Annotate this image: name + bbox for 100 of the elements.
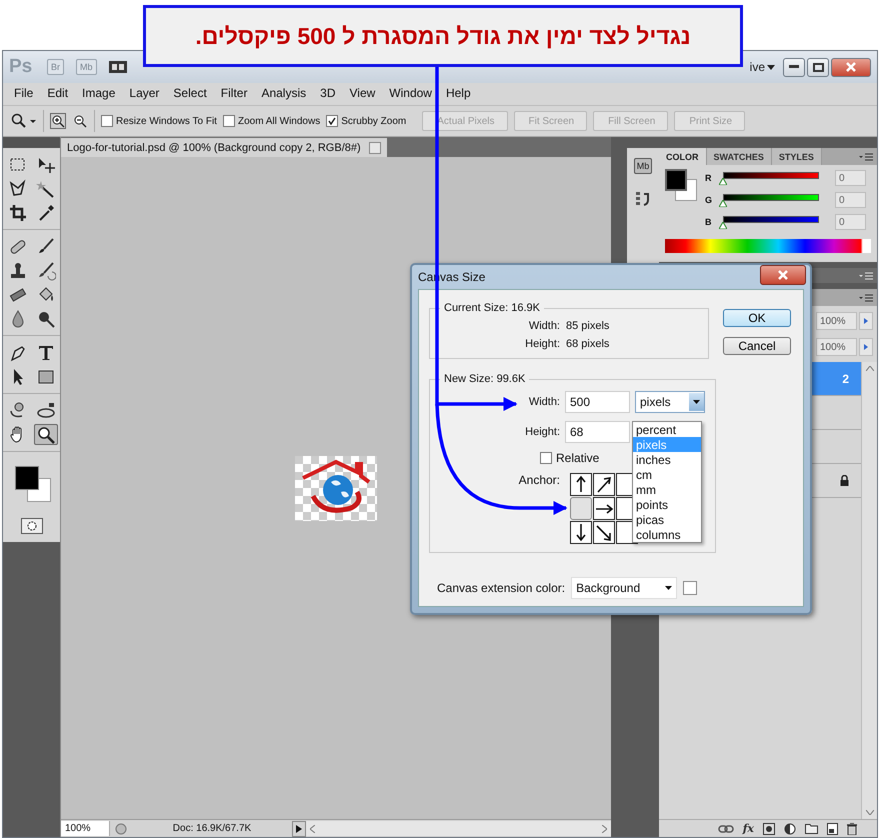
zoom-out-icon[interactable]	[72, 113, 88, 129]
menu-item[interactable]: Layer	[122, 86, 166, 100]
menu-item[interactable]: Image	[75, 86, 122, 100]
color-swatch[interactable]	[683, 581, 698, 595]
caret-icon	[693, 400, 700, 404]
zoom-tool-preset-icon[interactable]	[11, 113, 37, 129]
channel-value-field[interactable]: 0	[835, 192, 866, 208]
width-input[interactable]: 500	[565, 391, 630, 413]
height-input[interactable]: 68	[565, 421, 630, 443]
unit-option[interactable]: cm	[633, 467, 701, 482]
status-menu-button[interactable]	[292, 820, 306, 836]
panel-menu-icon[interactable]	[859, 152, 873, 160]
close-button[interactable]	[831, 58, 871, 76]
unit-option[interactable]: columns	[633, 527, 701, 542]
menu-item[interactable]: File	[7, 86, 40, 100]
panel-tab[interactable]: STYLES	[772, 148, 822, 165]
checkbox[interactable]	[540, 452, 552, 464]
layer-style-button[interactable]: fx	[742, 822, 754, 835]
dashed-circle-icon	[26, 521, 38, 531]
close-icon	[778, 270, 788, 280]
slider-thumb[interactable]	[719, 178, 727, 184]
checkbox[interactable]	[326, 115, 338, 127]
half-circle-icon[interactable]	[784, 822, 796, 834]
field-label: Width:	[528, 320, 560, 332]
maximize-button[interactable]	[807, 58, 829, 76]
mask-icon[interactable]	[763, 822, 775, 834]
lasso-tool-icon	[8, 178, 28, 198]
menu-item[interactable]: Filter	[214, 86, 254, 100]
field-label: Height:	[524, 426, 560, 438]
menu-item[interactable]: Select	[166, 86, 214, 100]
unit-option[interactable]: points	[633, 497, 701, 512]
play-icon	[296, 824, 302, 832]
anchor-cell[interactable]	[570, 473, 592, 496]
fill-slider-button[interactable]	[859, 338, 873, 356]
panel-tab[interactable]: COLOR	[659, 148, 706, 165]
folder-icon[interactable]	[805, 823, 818, 834]
anchor-cell[interactable]	[593, 497, 615, 520]
group-legend: New Size: 99.6K	[440, 373, 530, 385]
trash-icon[interactable]	[847, 822, 857, 834]
checkbox-label: Zoom All Windows	[238, 116, 320, 126]
channel-label: B	[705, 217, 712, 227]
workspace-switcher[interactable]: ive	[750, 60, 775, 74]
unit-option[interactable]: percent	[633, 422, 701, 437]
channel-value-field[interactable]: 0	[835, 170, 866, 186]
dialog-button[interactable]: Cancel	[723, 337, 791, 355]
panel-menu-icon[interactable]	[859, 294, 873, 302]
zoom-level-field[interactable]: 100%	[61, 821, 110, 836]
opacity-slider-button[interactable]	[859, 312, 873, 330]
unit-option[interactable]: mm	[633, 482, 701, 497]
anchor-cell[interactable]	[593, 473, 615, 496]
slider-thumb[interactable]	[719, 222, 727, 228]
menu-item[interactable]: Help	[438, 86, 478, 100]
channel-value-field[interactable]: 0	[835, 214, 866, 230]
app-logo: Ps	[9, 56, 34, 78]
checkbox[interactable]	[101, 115, 113, 127]
width-value: 85 pixels	[566, 320, 610, 332]
menu-item[interactable]: Edit	[40, 86, 76, 100]
film-strip-icon[interactable]	[108, 60, 127, 74]
mini-bridge-button[interactable]: Mb	[634, 158, 652, 174]
caret-icon	[665, 586, 672, 590]
new-layer-icon[interactable]	[827, 822, 838, 834]
menu-item[interactable]: View	[342, 86, 382, 100]
anchor-cell[interactable]	[593, 521, 615, 544]
opacity-field[interactable]: 100%	[816, 312, 857, 330]
color-swatches[interactable]	[665, 169, 697, 201]
field-label: Width:	[528, 396, 560, 408]
dialog-button[interactable]: OK	[723, 309, 791, 327]
panel-tab[interactable]: SWATCHES	[706, 148, 772, 165]
menu-item[interactable]: 3D	[313, 86, 342, 100]
vertical-scrollbar[interactable]	[861, 362, 877, 819]
history-panel-icon[interactable]	[635, 190, 651, 208]
fill-field[interactable]: 100%	[816, 338, 857, 356]
group-legend: Current Size: 16.9K	[440, 302, 544, 314]
unit-option[interactable]: inches	[633, 452, 701, 467]
panel-menu-icon[interactable]	[859, 272, 873, 280]
triangle-right-icon	[864, 344, 868, 350]
checkbox[interactable]	[222, 115, 235, 127]
field-label: Height:	[524, 338, 560, 350]
caret-icon	[767, 64, 775, 70]
anchor-cell[interactable]	[570, 521, 592, 544]
extension-color-dropdown[interactable]: Background	[571, 577, 678, 599]
magic-wand-tool-icon	[36, 178, 56, 198]
minimize-button[interactable]	[783, 58, 805, 76]
unit-option[interactable]: picas	[633, 512, 701, 527]
close-button[interactable]	[760, 265, 806, 285]
slider-thumb[interactable]	[719, 200, 727, 206]
horizontal-scrollbar[interactable]	[306, 821, 611, 836]
color-spectrum-bar[interactable]	[665, 239, 871, 253]
zoom-in-icon[interactable]	[50, 113, 66, 129]
quick-mask-button[interactable]	[20, 518, 42, 534]
lock-icon	[840, 475, 849, 486]
tool-button[interactable]	[34, 424, 58, 445]
anchor-cell[interactable]	[570, 497, 592, 520]
unit-dropdown[interactable]: pixels	[635, 391, 705, 413]
orbit-3d-tool-icon	[36, 400, 56, 420]
link-icon[interactable]	[718, 824, 734, 832]
menu-item[interactable]: Window	[382, 86, 439, 100]
menu-item[interactable]: Analysis	[254, 86, 314, 100]
close-icon[interactable]	[368, 142, 381, 154]
checkmark-icon	[328, 117, 336, 125]
